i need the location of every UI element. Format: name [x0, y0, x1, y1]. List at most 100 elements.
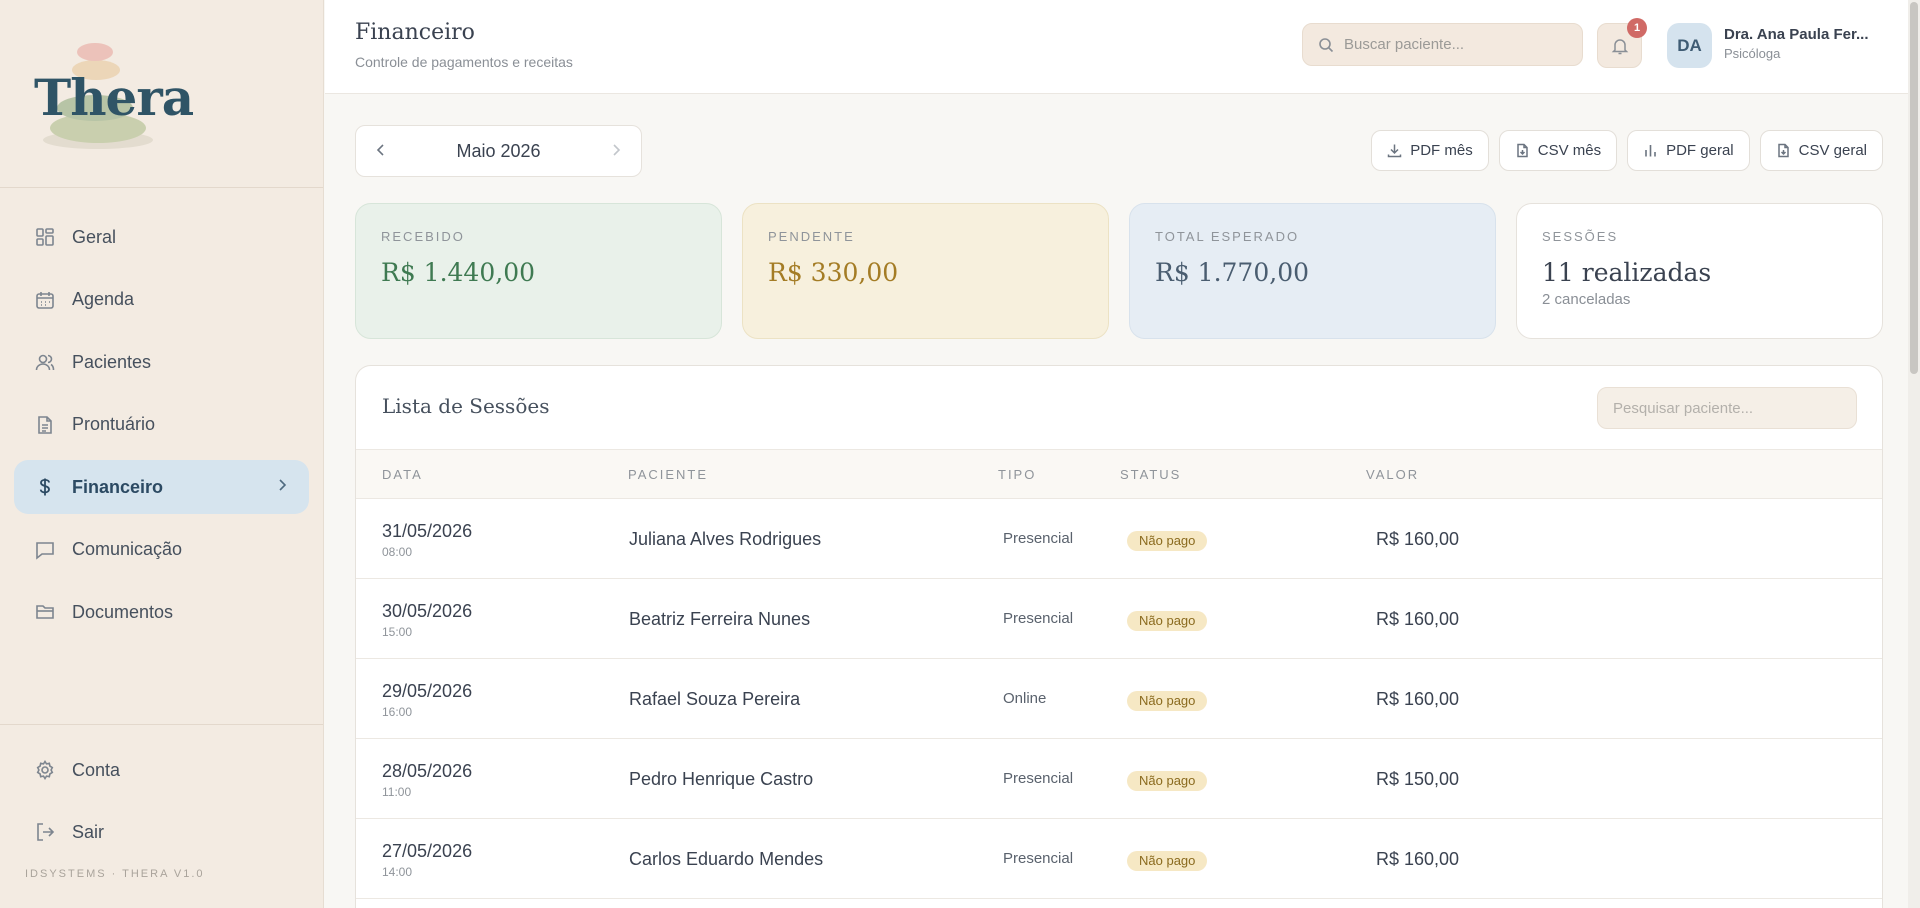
bell-icon — [1611, 37, 1629, 55]
export-label: PDF mês — [1410, 142, 1473, 159]
kpi-value: 11 realizadas — [1542, 258, 1712, 287]
kpi-received-card: RECEBIDO R$ 1.440,00 — [355, 203, 722, 339]
table-row[interactable]: 27/05/2026 14:00 Carlos Eduardo Mendes P… — [356, 819, 1882, 899]
user-name[interactable]: Dra. Ana Paula Fer... — [1724, 26, 1884, 43]
column-header-valor[interactable]: VALOR — [1366, 467, 1419, 482]
column-header-data[interactable]: DATA — [382, 467, 423, 482]
session-time: 15:00 — [382, 625, 413, 639]
export-pdf-month-button[interactable]: PDF mês — [1371, 130, 1489, 171]
session-value: R$ 160,00 — [1376, 609, 1460, 629]
table-row[interactable]: 30/05/2026 15:00 Beatriz Ferreira Nunes … — [356, 579, 1882, 659]
logo-text: Thera — [34, 68, 194, 127]
kpi-expected-card: TOTAL ESPERADO R$ 1.770,00 — [1129, 203, 1496, 339]
sidebar-item-comunicacao[interactable]: Comunicação — [14, 523, 309, 577]
month-selector: Maio 2026 — [355, 125, 642, 177]
file-icon — [1776, 143, 1791, 158]
sidebar-item-label: Agenda — [72, 289, 135, 309]
export-pdf-general-button[interactable]: PDF geral — [1627, 130, 1750, 171]
bar-chart-icon — [1643, 143, 1658, 158]
calendar-icon — [34, 289, 56, 311]
message-icon — [34, 539, 56, 561]
sidebar-item-sair[interactable]: Sair — [14, 805, 309, 859]
session-value: R$ 160,00 — [1376, 849, 1460, 869]
sidebar-item-documentos[interactable]: Documentos — [14, 585, 309, 639]
session-date: 30/05/2026 — [382, 601, 473, 621]
kpi-sessions-card: SESSÕES 11 realizadas 2 canceladas — [1516, 203, 1883, 339]
table-row[interactable]: 31/05/2026 08:00 Juliana Alves Rodrigues… — [356, 499, 1882, 579]
session-type: Online — [1003, 690, 1047, 707]
session-type: Presencial — [1003, 530, 1074, 547]
status-badge[interactable]: Não pago — [1127, 771, 1208, 791]
export-toolbar: PDF mês CSV mês PDF geral CSV geral — [1371, 130, 1883, 171]
sidebar-item-pacientes[interactable]: Pacientes — [14, 335, 309, 389]
status-badge[interactable]: Não pago — [1127, 611, 1208, 631]
session-time: 11:00 — [382, 785, 412, 799]
sidebar-item-financeiro[interactable]: Financeiro — [14, 460, 309, 514]
table-header: DATA PACIENTE TIPO STATUS VALOR — [356, 449, 1882, 499]
download-icon — [1387, 143, 1402, 158]
chevron-right-icon — [275, 478, 289, 497]
file-icon — [1515, 143, 1530, 158]
kpi-label: TOTAL ESPERADO — [1155, 229, 1300, 244]
column-header-status[interactable]: STATUS — [1120, 467, 1181, 482]
sidebar-item-prontuario[interactable]: Prontuário — [14, 398, 309, 452]
notification-badge: 1 — [1627, 18, 1647, 38]
export-csv-general-button[interactable]: CSV geral — [1759, 130, 1883, 171]
sessions-title: Lista de Sessões — [382, 394, 550, 418]
session-time: 08:00 — [382, 545, 413, 559]
dollar-icon — [34, 476, 56, 498]
column-header-tipo[interactable]: TIPO — [998, 467, 1036, 482]
kpi-sub: 2 canceladas — [1542, 291, 1631, 308]
patient-search-box — [1302, 23, 1583, 66]
session-type: Presencial — [1003, 770, 1074, 787]
sessions-search-input[interactable] — [1597, 387, 1857, 429]
export-csv-month-button[interactable]: CSV mês — [1498, 130, 1618, 171]
status-badge[interactable]: Não pago — [1127, 531, 1208, 551]
page-header: Financeiro Controle de pagamentos e rece… — [325, 0, 1920, 94]
kpi-label: RECEBIDO — [381, 229, 465, 244]
avatar[interactable]: DA — [1667, 23, 1712, 68]
page-scrollbar[interactable] — [1908, 0, 1920, 908]
kpi-label: PENDENTE — [768, 229, 855, 244]
table-row[interactable]: 28/05/2026 11:00 Pedro Henrique Castro P… — [356, 739, 1882, 819]
sidebar-bottom: Conta Sair — [0, 724, 323, 867]
folder-icon — [34, 601, 56, 623]
chevron-left-icon[interactable] — [374, 140, 388, 163]
session-patient: Juliana Alves Rodrigues — [629, 529, 822, 549]
table-row[interactable]: 29/05/2026 16:00 Rafael Souza Pereira On… — [356, 659, 1882, 739]
sidebar-item-label: Pacientes — [72, 351, 152, 372]
search-icon — [1318, 37, 1334, 53]
column-header-paciente[interactable]: PACIENTE — [628, 467, 708, 482]
sidebar-nav: Geral Agenda Pacientes Prontuário Financ… — [14, 210, 309, 648]
sidebar-item-label: Sair — [72, 821, 105, 842]
session-patient: Carlos Eduardo Mendes — [629, 849, 824, 869]
patient-search-input[interactable] — [1344, 36, 1564, 53]
sidebar-item-label: Prontuário — [72, 414, 156, 434]
sidebar-item-geral[interactable]: Geral — [14, 210, 309, 264]
kpi-value: R$ 330,00 — [768, 258, 899, 287]
sidebar-item-label: Comunicação — [72, 539, 183, 559]
export-label: PDF geral — [1666, 142, 1734, 159]
kpi-label: SESSÕES — [1542, 229, 1619, 244]
sessions-table-card: Lista de Sessões DATA PACIENTE TIPO STAT… — [355, 365, 1883, 908]
export-label: CSV mês — [1537, 142, 1602, 159]
notifications-button[interactable]: 1 — [1597, 18, 1647, 68]
status-badge[interactable]: Não pago — [1127, 851, 1208, 871]
chevron-right-icon[interactable] — [609, 140, 623, 163]
sidebar-item-conta[interactable]: Conta — [14, 743, 309, 797]
session-patient: Pedro Henrique Castro — [629, 769, 814, 789]
session-date: 29/05/2026 — [382, 681, 473, 701]
month-label: Maio 2026 — [456, 140, 541, 161]
logout-icon — [34, 821, 56, 843]
grid-icon — [34, 226, 56, 248]
page-subtitle: Controle de pagamentos e receitas — [355, 54, 573, 70]
session-type: Presencial — [1003, 610, 1074, 627]
scrollbar-thumb[interactable] — [1910, 2, 1918, 374]
sidebar-item-agenda[interactable]: Agenda — [14, 273, 309, 327]
status-badge[interactable]: Não pago — [1127, 691, 1208, 711]
session-date: 27/05/2026 — [382, 841, 473, 861]
logo-area: Thera — [0, 0, 323, 188]
session-date: 28/05/2026 — [382, 761, 473, 781]
session-patient: Beatriz Ferreira Nunes — [629, 609, 811, 629]
page-title: Financeiro — [355, 20, 475, 45]
